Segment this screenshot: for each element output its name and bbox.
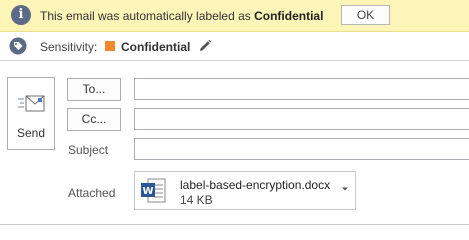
sensitivity-label: Sensitivity: [40, 40, 98, 54]
ok-button[interactable]: OK [341, 5, 390, 25]
sensitivity-color-swatch [105, 41, 115, 51]
cc-button[interactable]: Cc... [67, 108, 121, 131]
attachment-size: 14 KB [180, 193, 213, 207]
attachment-name: label-based-encryption.docx [180, 178, 331, 192]
cc-field[interactable] [134, 108, 469, 130]
chevron-down-icon[interactable] [341, 186, 349, 192]
send-label: Send [16, 126, 46, 140]
info-icon: i [11, 5, 31, 25]
subject-label: Subject [68, 143, 109, 157]
svg-text:W: W [142, 186, 153, 197]
divider [0, 224, 469, 225]
attachment-item[interactable]: W label-based-encryption.docx 14 KB [134, 171, 356, 210]
word-icon: W [141, 178, 166, 203]
send-button[interactable]: Send [7, 77, 55, 150]
subject-field[interactable] [134, 138, 469, 160]
sensitivity-value[interactable]: Confidential [121, 40, 190, 54]
tag-icon [9, 37, 27, 55]
to-field[interactable] [134, 78, 469, 100]
sensitivity-bar: Sensitivity: Confidential [0, 32, 469, 61]
info-message: This email was automatically labeled as … [40, 9, 323, 23]
attached-label: Attached [68, 186, 116, 200]
info-message-label: Confidential [254, 9, 324, 23]
send-envelope-icon [18, 95, 45, 112]
to-button[interactable]: To... [67, 78, 121, 101]
info-message-prefix: This email was automatically labeled as [40, 9, 251, 23]
info-bar: i This email was automatically labeled a… [0, 0, 469, 32]
pencil-icon[interactable] [198, 39, 212, 53]
